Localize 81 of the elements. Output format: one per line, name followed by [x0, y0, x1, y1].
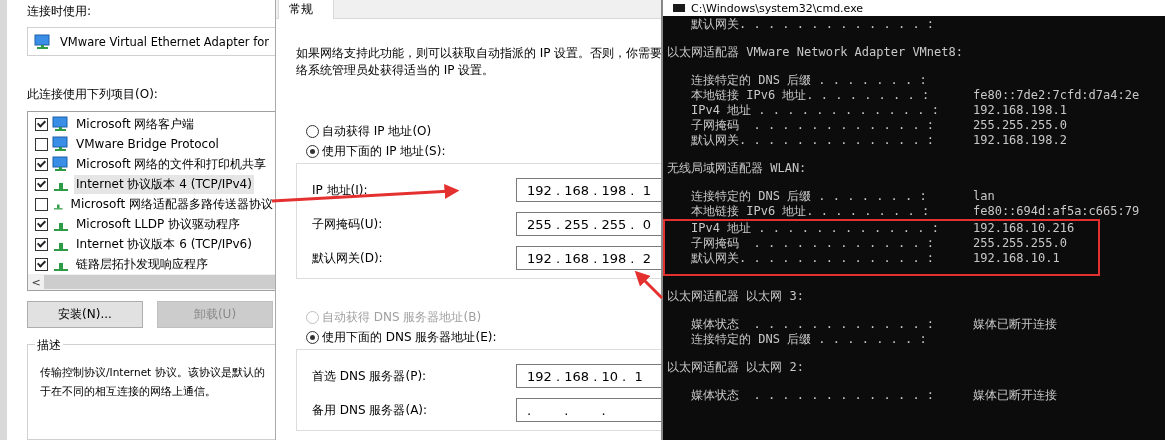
checkbox[interactable] — [35, 117, 48, 131]
adapter-heading: 以太网适配器 以太网 3: — [667, 289, 805, 304]
intro-text: 络系统管理员处获得适当的 IP 设置。 — [296, 62, 495, 79]
network-computer-icon — [34, 33, 52, 50]
entry-value: 192.168.10.216 — [973, 221, 1076, 236]
field-label: 子网掩码(U): — [312, 215, 383, 233]
entry-label: 默认网关. . . . . . . . . . . . . : — [691, 133, 936, 148]
field-label: IP 地址(I): — [312, 181, 368, 199]
ip-address-field[interactable]: . . . — [516, 398, 661, 422]
window-title: C:\Windows\system32\cmd.exe — [691, 1, 864, 15]
section-label: 连接时使用: — [27, 3, 93, 20]
intro-text: 如果网络支持此功能，则可以获取自动指派的 IP 设置。否则，你需要 — [296, 45, 661, 62]
entry-label: 子网掩码 . . . . . . . . . . . . : — [691, 236, 936, 251]
entry-label: IPv4 地址 . . . . . . . . . . . . : — [691, 221, 940, 236]
entry-label: 连接特定的 DNS 后缀 . . . . . . . : — [691, 189, 928, 204]
tab[interactable]: 常规 — [278, 0, 334, 19]
entry-label: 媒体状态 . . . . . . . . . . . . : — [691, 388, 936, 403]
section-label: 此连接使用下列项目(O): — [27, 86, 159, 104]
entry-value: 192.168.10.1 — [973, 251, 1061, 266]
field-label: 默认网关(D): — [312, 249, 383, 267]
entry-label: 子网掩码 . . . . . . . . . . . . : — [691, 118, 936, 133]
entry-value: fe80::7de2:7cfd:d7a4:2e — [973, 88, 1141, 103]
ip-address-field[interactable]: 192 . 168 . 198 . 2 — [516, 246, 661, 270]
adapter-heading: 无线局域网适配器 WLAN: — [667, 161, 808, 176]
checkbox[interactable] — [35, 177, 48, 191]
entry-value: 255.255.255.0 — [973, 236, 1068, 251]
checkbox[interactable] — [35, 237, 48, 251]
network-computer-icon — [52, 136, 70, 153]
radio-label[interactable]: 自动获得 IP 地址(O) — [322, 122, 432, 140]
radio-label[interactable]: 使用下面的 DNS 服务器地址(E): — [322, 328, 497, 346]
entry-label: IPv4 地址 . . . . . . . . . . . . : — [691, 103, 940, 118]
checkbox[interactable] — [35, 137, 48, 151]
network-computer-icon — [52, 116, 70, 133]
checkbox[interactable] — [35, 197, 48, 211]
network-protocol-icon — [54, 183, 68, 192]
radio-label[interactable]: 使用下面的 IP 地址(S): — [322, 142, 446, 160]
ip-address-field[interactable]: 192 . 168 . 198 . 1 — [516, 178, 661, 202]
ip-address-field[interactable]: 255 . 255 . 255 . 0 — [516, 212, 661, 236]
entry-value: 媒体已断开连接 — [973, 388, 1058, 403]
entry-label: 本地链接 IPv6 地址. . . . . . . . : — [691, 204, 931, 219]
entry-label: 默认网关. . . . . . . . . . . . . : — [691, 17, 936, 32]
list-item[interactable]: 链路层拓扑发现响应程序 — [74, 254, 210, 274]
adapter-heading: 以太网适配器 以太网 2: — [667, 360, 805, 375]
entry-value: 192.168.198.1 — [973, 103, 1068, 118]
description-text: 于在不同的相互连接的网络上通信。 — [40, 384, 216, 400]
horizontal-scrollbar[interactable]: < — [28, 274, 275, 291]
list-item[interactable]: Microsoft 网络客户端 — [74, 114, 197, 134]
entry-label: 连接特定的 DNS 后缀 . . . . . . . : — [691, 73, 928, 88]
network-protocol-icon — [54, 203, 63, 212]
entry-value: 媒体已断开连接 — [973, 317, 1058, 332]
list-item[interactable]: Microsoft 网络的文件和打印机共享 — [74, 154, 269, 174]
entry-label: 媒体状态 . . . . . . . . . . . . : — [691, 317, 936, 332]
adapter-heading: 以太网适配器 VMware Network Adapter VMnet8: — [667, 45, 964, 60]
field-label: 备用 DNS 服务器(A): — [312, 401, 428, 419]
field-label: 首选 DNS 服务器(P): — [312, 367, 427, 385]
console-icon — [673, 4, 685, 12]
network-protocol-icon — [54, 223, 68, 232]
network-protocol-icon — [54, 263, 68, 272]
network-computer-icon — [52, 156, 70, 173]
entry-label: 默认网关. . . . . . . . . . . . . : — [691, 251, 936, 266]
dialog-button[interactable]: 安装(N)... — [27, 301, 143, 329]
entry-value: 255.255.255.0 — [973, 118, 1068, 133]
network-protocol-icon — [54, 243, 68, 252]
list-item[interactable]: Internet 协议版本 4 (TCP/IPv4) — [74, 174, 254, 194]
ip-address-field[interactable]: 192 . 168 . 10 . 1 — [516, 364, 661, 388]
checkbox[interactable] — [35, 217, 48, 231]
entry-label: 本地链接 IPv6 地址. . . . . . . . : — [691, 88, 931, 103]
adapter-name: VMware Virtual Ethernet Adapter for — [60, 34, 269, 49]
scroll-left-button[interactable]: < — [28, 275, 44, 289]
description-text: 传输控制协议/Internet 协议。该协议是默认的 — [40, 365, 265, 381]
entry-value: fe80::694d:af5a:c665:79 — [973, 204, 1141, 219]
checkbox[interactable] — [35, 157, 48, 171]
list-item[interactable]: Microsoft LLDP 协议驱动程序 — [74, 214, 243, 234]
entry-value: 192.168.198.2 — [973, 133, 1068, 148]
list-item[interactable]: Internet 协议版本 6 (TCP/IPv6) — [74, 234, 254, 254]
list-item[interactable]: Microsoft 网络适配器多路传送器协议 — [68, 194, 275, 214]
arrow — [634, 270, 664, 300]
entry-value: lan — [973, 189, 996, 204]
entry-label: 连接特定的 DNS 后缀 . . . . . . . : — [691, 332, 928, 347]
list-item[interactable]: VMware Bridge Protocol — [74, 136, 221, 153]
checkbox[interactable] — [35, 257, 48, 271]
